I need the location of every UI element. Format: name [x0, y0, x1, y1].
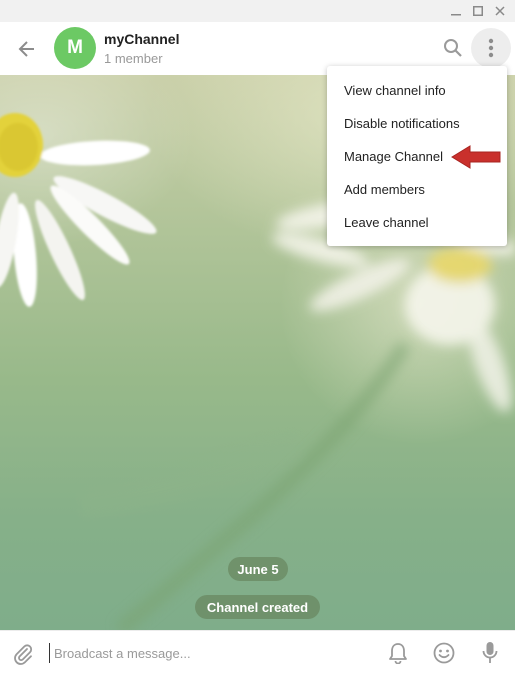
more-vertical-icon [488, 38, 494, 58]
service-message: Channel created [195, 595, 320, 619]
search-icon [444, 39, 462, 57]
voice-record-button[interactable] [477, 639, 503, 667]
close-icon [495, 6, 505, 16]
close-button[interactable] [487, 0, 513, 22]
channel-name[interactable]: myChannel [104, 31, 179, 47]
arrow-left-icon [18, 41, 34, 57]
emoji-button[interactable] [431, 640, 457, 666]
annotation-arrow-icon [451, 145, 501, 169]
bell-icon [389, 643, 407, 664]
menu-item-leave-channel[interactable]: Leave channel [327, 206, 507, 239]
search-button[interactable] [440, 35, 466, 61]
attach-button[interactable] [10, 641, 36, 667]
paperclip-icon [14, 644, 33, 665]
window-titlebar [0, 0, 515, 22]
smiley-icon [433, 642, 455, 664]
compose-bar [0, 630, 515, 676]
date-badge: June 5 [228, 557, 288, 581]
menu-item-disable-notifications[interactable]: Disable notifications [327, 107, 507, 140]
message-input[interactable] [49, 643, 374, 663]
menu-item-view-channel-info[interactable]: View channel info [327, 74, 507, 107]
maximize-icon [473, 6, 483, 16]
notifications-toggle-button[interactable] [385, 640, 411, 666]
avatar[interactable]: M [54, 27, 96, 69]
more-menu-button[interactable] [471, 28, 511, 68]
menu-item-add-members[interactable]: Add members [327, 173, 507, 206]
member-count: 1 member [104, 51, 163, 66]
microphone-icon [482, 642, 498, 663]
minimize-icon [451, 14, 461, 16]
back-button[interactable] [14, 36, 40, 62]
